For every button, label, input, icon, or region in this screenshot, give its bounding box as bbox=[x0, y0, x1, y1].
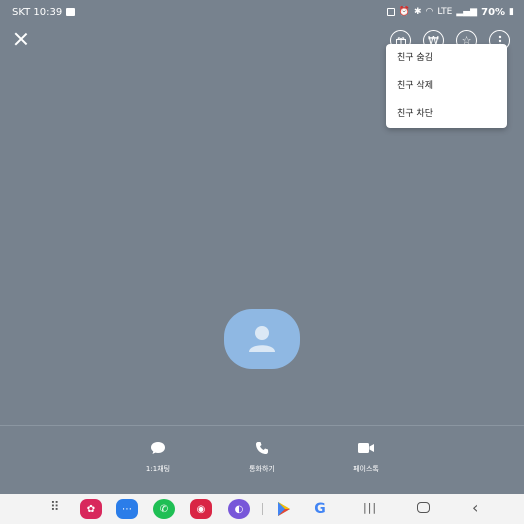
status-right: ⏰ ✱ ◠ LTE ▂▄▆ 70% ▮ bbox=[386, 6, 514, 18]
apps-grid-icon[interactable]: ⠿ bbox=[50, 500, 59, 515]
network-type: LTE bbox=[437, 7, 453, 17]
messages-app-icon[interactable]: ⋯ bbox=[116, 499, 138, 519]
facetalk-button[interactable]: 페이스톡 bbox=[336, 438, 396, 474]
wifi-icon: ◠ bbox=[425, 7, 434, 17]
dock-separator bbox=[262, 503, 263, 515]
recent-apps-icon[interactable]: ||| bbox=[363, 501, 377, 514]
back-icon[interactable]: ‹ bbox=[472, 498, 478, 517]
chat-icon bbox=[150, 438, 166, 458]
menu-item-hide-friend[interactable]: 친구 숨김 bbox=[386, 50, 507, 78]
play-store-icon[interactable] bbox=[273, 499, 295, 519]
alarm-icon: ⏰ bbox=[398, 7, 410, 17]
phone-app-icon[interactable]: ✆ bbox=[153, 499, 175, 519]
camera-app-icon[interactable]: ◉ bbox=[190, 499, 212, 519]
internet-app-icon[interactable]: ◐ bbox=[228, 499, 250, 519]
friend-options-menu: 친구 숨김 친구 삭제 친구 차단 bbox=[386, 44, 507, 128]
profile-avatar[interactable] bbox=[224, 309, 300, 369]
menu-item-block-friend[interactable]: 친구 차단 bbox=[386, 106, 507, 134]
profile-actions: 1:1채팅 통화하기 페이스톡 bbox=[0, 438, 524, 474]
facetalk-label: 페이스톡 bbox=[353, 465, 379, 473]
video-icon bbox=[357, 438, 375, 458]
navigation-bar: ⠿ ✿ ⋯ ✆ ◉ ◐ G ||| ‹ bbox=[0, 494, 524, 524]
status-left: SKT 10:39 bbox=[12, 6, 76, 18]
battery-percent: 70% bbox=[481, 6, 506, 18]
call-button[interactable]: 통화하기 bbox=[232, 438, 292, 474]
call-label: 통화하기 bbox=[249, 465, 275, 473]
carrier-time: SKT 10:39 bbox=[12, 6, 63, 18]
menu-item-delete-friend[interactable]: 친구 삭제 bbox=[386, 78, 507, 106]
divider bbox=[0, 425, 524, 426]
phone-icon bbox=[255, 438, 269, 458]
gallery-notification-icon bbox=[66, 8, 76, 16]
status-bar: SKT 10:39 ⏰ ✱ ◠ LTE ▂▄▆ 70% ▮ bbox=[0, 0, 524, 24]
chat-button[interactable]: 1:1채팅 bbox=[128, 438, 188, 474]
close-icon[interactable] bbox=[12, 30, 30, 48]
battery-saver-icon bbox=[386, 8, 395, 16]
person-icon bbox=[249, 326, 275, 352]
signal-icon: ▂▄▆ bbox=[456, 7, 478, 17]
battery-icon: ▮ bbox=[509, 7, 514, 17]
chat-label: 1:1채팅 bbox=[145, 465, 171, 473]
gallery-app-icon[interactable]: ✿ bbox=[80, 499, 102, 519]
home-icon[interactable] bbox=[417, 502, 430, 513]
bluetooth-icon: ✱ bbox=[413, 7, 422, 17]
google-app-icon[interactable]: G bbox=[309, 499, 331, 519]
